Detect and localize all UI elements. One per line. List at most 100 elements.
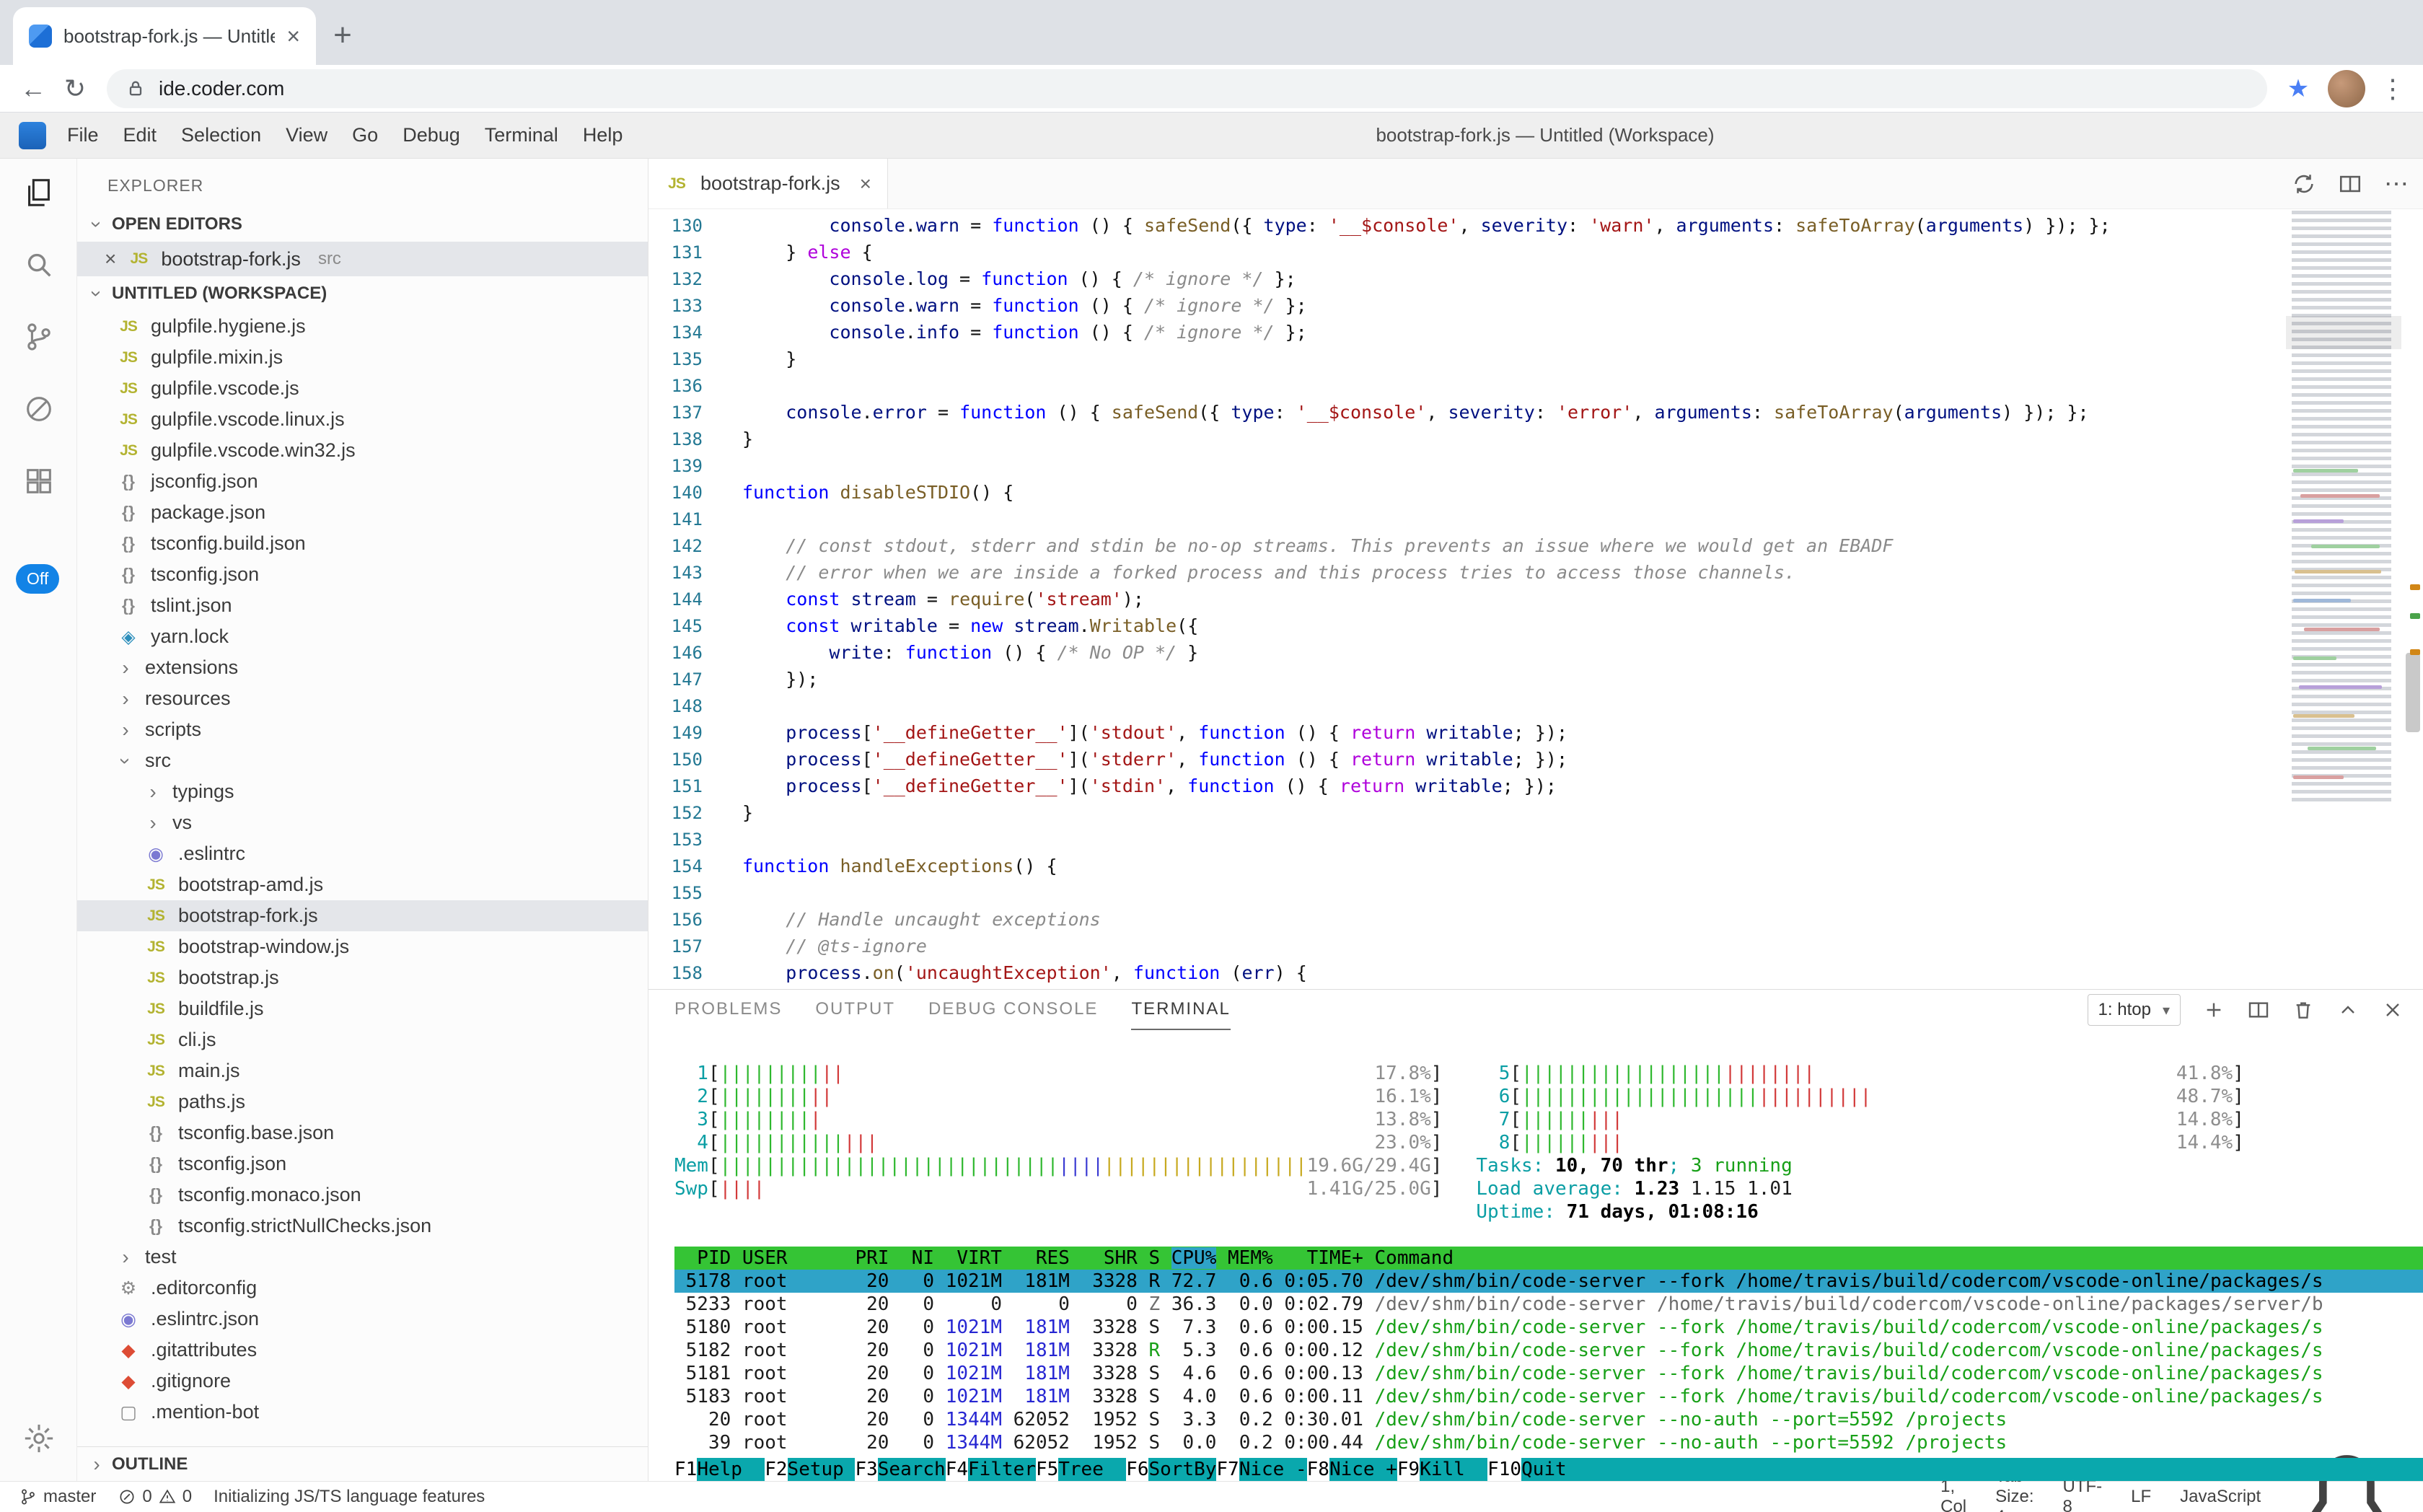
tree-item-tsconfig.strictNullChecks.json[interactable]: {}tsconfig.strictNullChecks.json — [77, 1210, 648, 1241]
tree-item-gulpfile.vscode.js[interactable]: JSgulpfile.vscode.js — [77, 373, 648, 404]
fkey-f8[interactable]: F8 — [1307, 1458, 1329, 1481]
explorer-icon[interactable] — [0, 160, 77, 225]
maximize-panel-icon[interactable] — [2336, 998, 2360, 1021]
menu-help[interactable]: Help — [571, 124, 636, 146]
tree-item-cli.js[interactable]: JScli.js — [77, 1024, 648, 1055]
tree-item-resources[interactable]: ›resources — [77, 683, 648, 714]
menu-edit[interactable]: Edit — [111, 124, 170, 146]
settings-gear-icon[interactable] — [0, 1406, 77, 1471]
menu-debug[interactable]: Debug — [390, 124, 472, 146]
fkey-f6[interactable]: F6 — [1126, 1458, 1148, 1481]
tree-item-src[interactable]: ›src — [77, 745, 648, 776]
process-row-5183[interactable]: 5183 root 20 0 1021M 181M 3328 S 4.0 0.6… — [674, 1385, 2423, 1408]
fkey-label-nice[interactable]: Nice - — [1239, 1458, 1307, 1481]
tree-item-jsconfig.json[interactable]: {}jsconfig.json — [77, 466, 648, 497]
menu-go[interactable]: Go — [340, 124, 390, 146]
menu-view[interactable]: View — [273, 124, 340, 146]
tree-item-bootstrap.js[interactable]: JSbootstrap.js — [77, 962, 648, 993]
menu-terminal[interactable]: Terminal — [472, 124, 571, 146]
reload-button[interactable]: ↻ — [56, 70, 94, 107]
menu-file[interactable]: File — [55, 124, 111, 146]
git-branch-indicator[interactable]: master — [19, 1487, 96, 1507]
panel-tab-terminal[interactable]: TERMINAL — [1131, 990, 1230, 1030]
tree-item-.gitignore[interactable]: ◆.gitignore — [77, 1366, 648, 1397]
tree-item-extensions[interactable]: ›extensions — [77, 652, 648, 683]
app-logo-icon[interactable] — [19, 122, 46, 149]
tab-close-icon[interactable]: × — [860, 172, 871, 195]
minimap[interactable] — [2286, 209, 2401, 989]
tree-item-package.json[interactable]: {}package.json — [77, 497, 648, 528]
source-control-icon[interactable] — [0, 304, 77, 369]
tree-item-tslint.json[interactable]: {}tslint.json — [77, 590, 648, 621]
encoding-indicator[interactable]: UTF-8 — [2062, 1477, 2102, 1512]
fkey-f2[interactable]: F2 — [765, 1458, 787, 1481]
kill-terminal-icon[interactable] — [2292, 998, 2315, 1021]
tree-item-.mention-bot[interactable]: ▢.mention-bot — [77, 1397, 648, 1428]
workspace-section-header[interactable]: › UNTITLED (WORKSPACE) — [77, 276, 648, 311]
problems-indicator[interactable]: 0 0 — [118, 1487, 192, 1507]
more-actions-icon[interactable]: ⋯ — [2384, 170, 2409, 198]
fkey-label-sortby[interactable]: SortBy — [1148, 1458, 1216, 1481]
close-icon[interactable]: × — [105, 247, 116, 271]
tab-close-icon[interactable]: × — [286, 23, 300, 50]
browser-tab[interactable]: bootstrap-fork.js — Untitled (W × — [13, 7, 316, 65]
terminal-content[interactable]: 1[|||||||||||17.8%] 5[||||||||||||||||||… — [648, 1030, 2423, 1481]
new-tab-button[interactable]: + — [323, 16, 362, 55]
fkey-label-kill[interactable]: Kill — [1420, 1458, 1487, 1481]
process-row-5178[interactable]: 5178 root 20 0 1021M 181M 3328 R 72.7 0.… — [674, 1270, 2423, 1293]
process-table-header[interactable]: PID USER PRI NI VIRT RES SHR S CPU% MEM%… — [674, 1247, 2423, 1270]
panel-tab-output[interactable]: OUTPUT — [815, 990, 895, 1030]
address-bar[interactable]: ide.coder.com — [107, 69, 2267, 108]
fkey-f5[interactable]: F5 — [1036, 1458, 1058, 1481]
tree-item-test[interactable]: ›test — [77, 1241, 648, 1273]
code-editor[interactable]: 130 console.warn = function () { safeSen… — [648, 209, 2423, 989]
tree-item-gulpfile.hygiene.js[interactable]: JSgulpfile.hygiene.js — [77, 311, 648, 342]
search-icon[interactable] — [0, 232, 77, 297]
tree-item-bootstrap-amd.js[interactable]: JSbootstrap-amd.js — [77, 869, 648, 900]
scrollbar-thumb[interactable] — [2406, 653, 2420, 732]
tree-item-bootstrap-window.js[interactable]: JSbootstrap-window.js — [77, 931, 648, 962]
fkey-f7[interactable]: F7 — [1216, 1458, 1239, 1481]
split-editor-icon[interactable] — [2338, 172, 2362, 196]
tree-item-paths.js[interactable]: JSpaths.js — [77, 1086, 648, 1117]
back-button[interactable]: ← — [14, 70, 52, 107]
fkey-f9[interactable]: F9 — [1397, 1458, 1420, 1481]
terminal-selector[interactable]: 1: htop ▾ — [2088, 994, 2181, 1026]
tree-item-vs[interactable]: ›vs — [77, 807, 648, 838]
fkey-label-quit[interactable]: Quit — [1521, 1458, 1589, 1481]
tree-item-gulpfile.vscode.linux.js[interactable]: JSgulpfile.vscode.linux.js — [77, 404, 648, 435]
browser-menu-icon[interactable]: ⋮ — [2377, 74, 2409, 104]
open-editors-section-header[interactable]: › OPEN EDITORS — [77, 207, 648, 242]
close-panel-icon[interactable] — [2381, 998, 2404, 1021]
process-row-5233[interactable]: 5233 root 20 0 0 0 0 Z 36.3 0.0 0:02.79 … — [674, 1293, 2423, 1316]
language-mode[interactable]: JavaScript — [2180, 1487, 2261, 1507]
tree-item-buildfile.js[interactable]: JSbuildfile.js — [77, 993, 648, 1024]
fkey-label-help[interactable]: Help — [697, 1458, 765, 1481]
process-row-5180[interactable]: 5180 root 20 0 1021M 181M 3328 S 7.3 0.6… — [674, 1316, 2423, 1339]
process-row-39[interactable]: 39 root 20 0 1344M 62052 1952 S 0.0 0.2 … — [674, 1431, 2423, 1454]
minimap-slider[interactable] — [2286, 316, 2401, 349]
process-row-5181[interactable]: 5181 root 20 0 1021M 181M 3328 S 4.6 0.6… — [674, 1362, 2423, 1385]
tree-item-gulpfile.mixin.js[interactable]: JSgulpfile.mixin.js — [77, 342, 648, 373]
bookmark-star-icon[interactable]: ★ — [2280, 74, 2316, 103]
tree-item-main.js[interactable]: JSmain.js — [77, 1055, 648, 1086]
open-editor-item[interactable]: × JS bootstrap-fork.js src — [77, 242, 648, 276]
process-row-20[interactable]: 20 root 20 0 1344M 62052 1952 S 3.3 0.2 … — [674, 1408, 2423, 1431]
new-terminal-icon[interactable] — [2202, 998, 2225, 1021]
tree-item-yarn.lock[interactable]: ◈yarn.lock — [77, 621, 648, 652]
sort-column-header[interactable]: CPU% — [1171, 1247, 1217, 1269]
tree-item-tsconfig.json[interactable]: {}tsconfig.json — [77, 1148, 648, 1179]
open-changes-icon[interactable] — [2292, 172, 2316, 196]
tree-item-.editorconfig[interactable]: ⚙.editorconfig — [77, 1273, 648, 1304]
fkey-label-search[interactable]: Search — [878, 1458, 946, 1481]
panel-tab-debug-console[interactable]: DEBUG CONSOLE — [928, 990, 1098, 1030]
tree-item-.eslintrc[interactable]: ◉.eslintrc — [77, 838, 648, 869]
eol-indicator[interactable]: LF — [2131, 1487, 2151, 1507]
fkey-f3[interactable]: F3 — [855, 1458, 877, 1481]
tree-item-tsconfig.json[interactable]: {}tsconfig.json — [77, 559, 648, 590]
fkey-f10[interactable]: F10 — [1487, 1458, 1521, 1481]
tree-item-bootstrap-fork.js[interactable]: JSbootstrap-fork.js — [77, 900, 648, 931]
panel-tab-problems[interactable]: PROBLEMS — [674, 990, 782, 1030]
profile-avatar[interactable] — [2328, 70, 2365, 107]
tree-item-.eslintrc.json[interactable]: ◉.eslintrc.json — [77, 1304, 648, 1335]
